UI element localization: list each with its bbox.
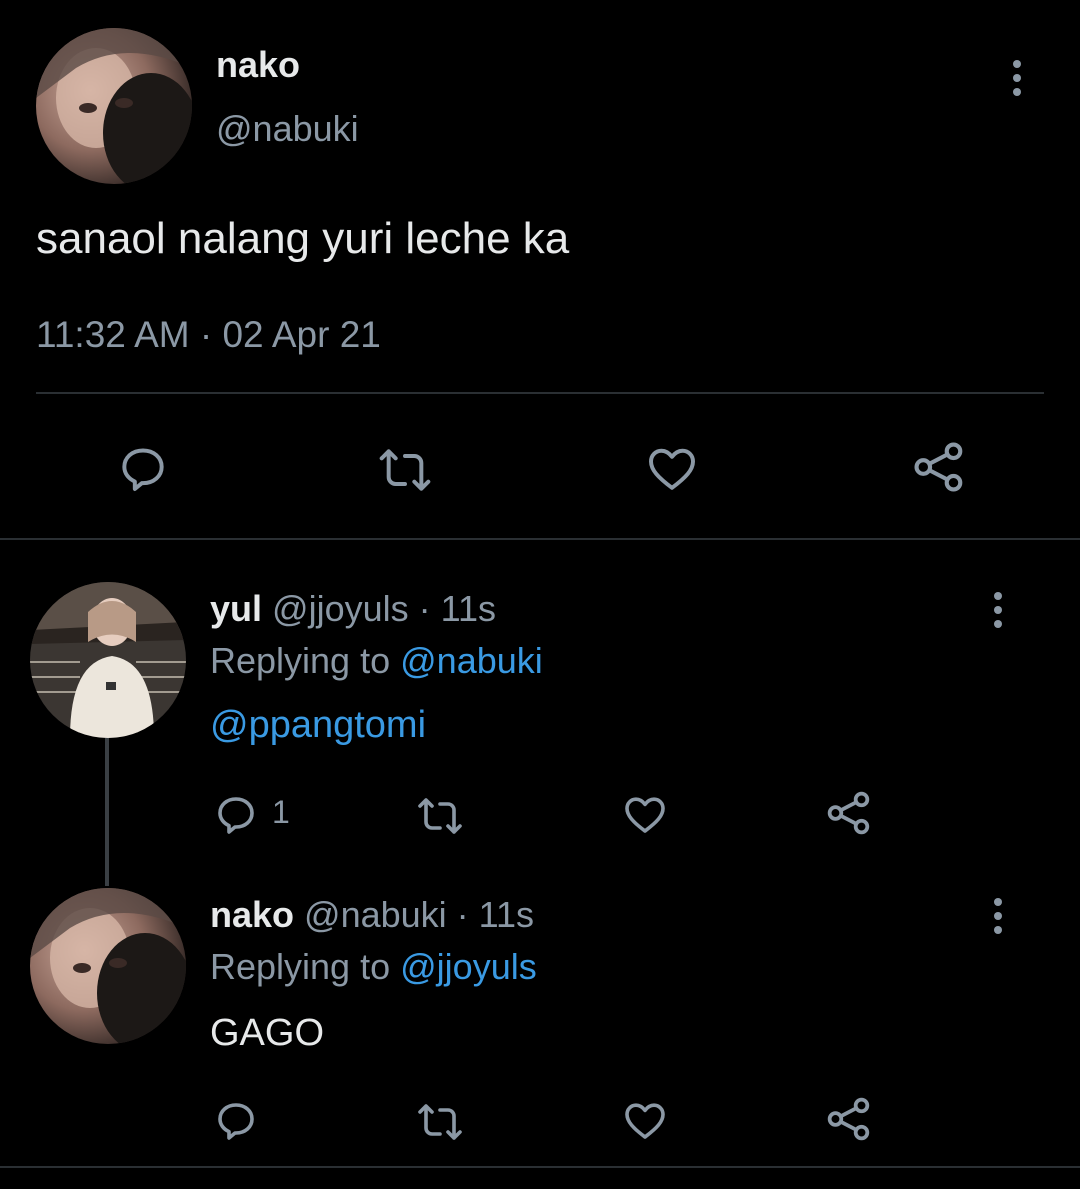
retweet-icon[interactable]	[374, 442, 436, 498]
main-tweet-text: sanaol nalang yuri leche ka	[36, 214, 570, 263]
share-icon[interactable]	[824, 1094, 874, 1144]
reply-icon[interactable]	[212, 1096, 260, 1144]
reply1-replying-line: Replying to @nabuki	[210, 640, 543, 682]
more-icon[interactable]	[994, 592, 1002, 634]
reply1-replying-prefix: Replying to	[210, 640, 391, 681]
reply1-text-mention[interactable]: @ppangtomi	[210, 704, 426, 747]
reply1-reply-count: 1	[272, 794, 290, 830]
reply2-avatar[interactable]	[30, 888, 186, 1044]
retweet-icon[interactable]	[413, 1098, 467, 1146]
reply-icon[interactable]	[212, 790, 260, 838]
divider-bottom	[0, 1166, 1080, 1168]
reply2-replying-line: Replying to @jjoyuls	[210, 946, 537, 988]
reply2-header: nako @nabuki · 11s	[210, 894, 534, 936]
main-timestamp[interactable]: 11:32 AM · 02 Apr 21	[36, 314, 381, 356]
main-handle[interactable]: @nabuki	[216, 108, 359, 150]
more-icon[interactable]	[1013, 60, 1021, 102]
reply1-avatar[interactable]	[30, 582, 186, 738]
divider-main	[36, 392, 1044, 394]
reply1-header: yul @jjoyuls · 11s	[210, 588, 496, 630]
thread-line	[105, 736, 109, 886]
reply2-replying-to-link[interactable]: @jjoyuls	[400, 946, 537, 987]
share-icon[interactable]	[824, 788, 874, 838]
divider-section	[0, 538, 1080, 540]
like-icon[interactable]	[620, 790, 670, 838]
reply-icon[interactable]	[115, 440, 171, 496]
reply1-handle-time[interactable]: @jjoyuls · 11s	[272, 588, 496, 629]
reply1-display-name[interactable]: yul	[210, 588, 262, 629]
retweet-icon[interactable]	[413, 792, 467, 840]
like-icon[interactable]	[620, 1096, 670, 1144]
reply2-display-name[interactable]: nako	[210, 894, 294, 935]
main-display-name[interactable]: nako	[216, 44, 300, 86]
more-icon[interactable]	[994, 898, 1002, 940]
share-icon[interactable]	[910, 438, 968, 496]
reply2-handle-time[interactable]: @nabuki · 11s	[304, 894, 534, 935]
reply2-text: GAGO	[210, 1012, 325, 1054]
reply1-replying-to-link[interactable]: @nabuki	[400, 640, 543, 681]
reply2-replying-prefix: Replying to	[210, 946, 391, 987]
like-icon[interactable]	[643, 440, 701, 496]
main-avatar[interactable]	[36, 28, 192, 184]
